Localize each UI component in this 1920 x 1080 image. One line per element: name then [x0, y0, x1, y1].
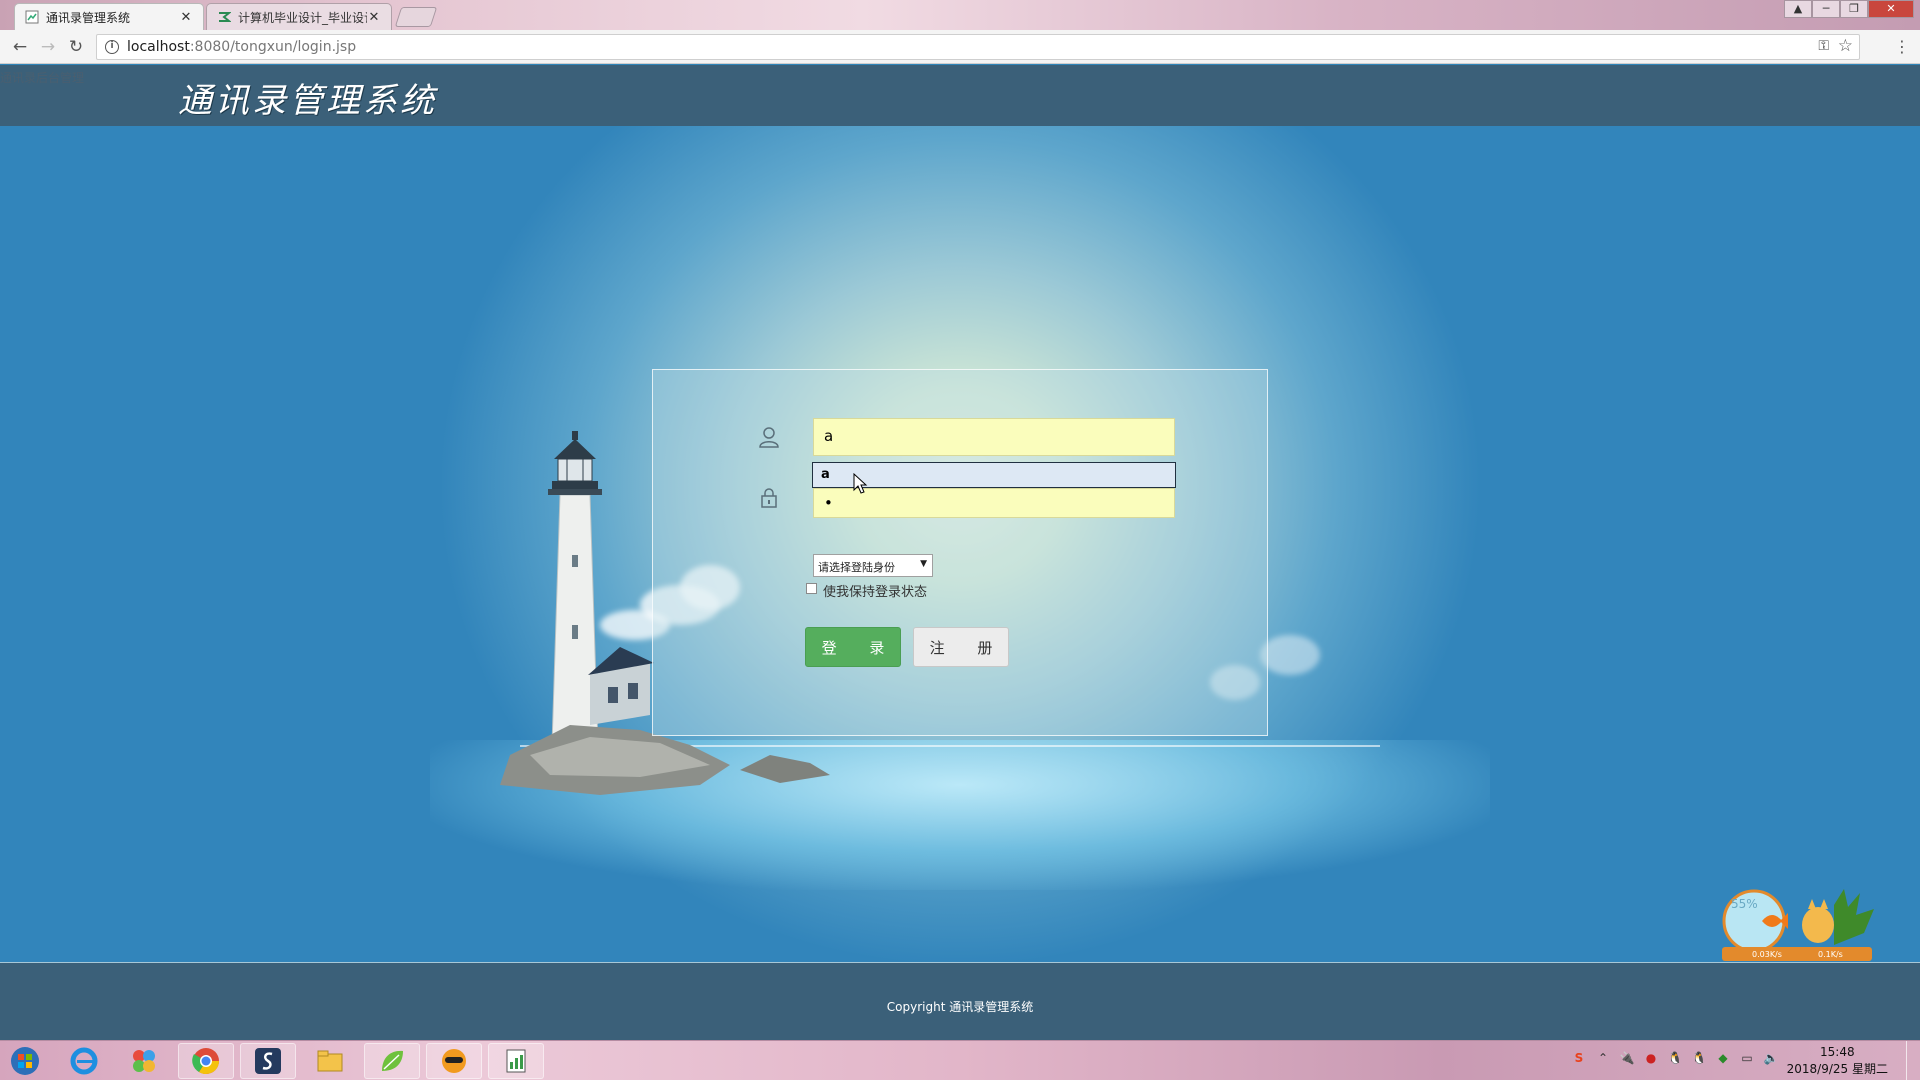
network-icon[interactable]: ▭: [1738, 1049, 1756, 1067]
remember-me-checkbox[interactable]: [806, 583, 817, 594]
window-controls: ▲ ─ ❐ ✕: [1784, 0, 1914, 18]
ie-icon: [70, 1047, 98, 1075]
browser-toolbar: ← → ↻ i localhost:8080/tongxun/login.jsp…: [0, 30, 1920, 64]
download-speed: 0.1K/s: [1818, 950, 1843, 959]
qq-icon[interactable]: 🐧: [1690, 1049, 1708, 1067]
user-icon[interactable]: ▲: [1784, 0, 1812, 18]
sogou-tray-icon[interactable]: S: [1570, 1049, 1588, 1067]
page-viewport: 通讯录后台管理 通讯录管理系统 a a • 请选择登陆身份 ▼ 使我保持登录状态…: [0, 65, 1920, 1040]
close-window-button[interactable]: ✕: [1868, 0, 1914, 18]
tray-expand-icon[interactable]: ⌃: [1594, 1049, 1612, 1067]
network-monitor-widget[interactable]: 55% 0.03K/s 0.1K/s: [1714, 885, 1876, 965]
tab-graduation-design[interactable]: 计算机毕业设计_毕业设计 ✕: [206, 3, 392, 30]
page-footer: Copyright 通讯录管理系统: [0, 962, 1920, 1040]
url-path: :8080/tongxun/login.jsp: [189, 39, 357, 55]
taskbar-app3[interactable]: [426, 1043, 482, 1079]
tab-close-icon[interactable]: ✕: [367, 10, 381, 25]
url-text: localhost:8080/tongxun/login.jsp: [127, 39, 356, 55]
reload-icon[interactable]: ↻: [64, 36, 88, 58]
logo-title: 通讯录管理系统: [178, 81, 437, 121]
taskbar-explorer[interactable]: [302, 1043, 358, 1079]
clock-date: 2018/9/25 星期二: [1786, 1062, 1888, 1076]
volume-icon[interactable]: 🔈: [1762, 1049, 1780, 1067]
address-bar[interactable]: i localhost:8080/tongxun/login.jsp ⚿ ☆: [96, 34, 1860, 60]
qq-icon[interactable]: 🐧: [1666, 1049, 1684, 1067]
bookmark-star-icon[interactable]: ☆: [1838, 36, 1853, 56]
document-chart-icon: [506, 1049, 526, 1073]
taskbar-app2[interactable]: [364, 1043, 420, 1079]
username-input[interactable]: a: [813, 418, 1175, 456]
colorful-app-icon: [133, 1050, 155, 1072]
register-button[interactable]: 注 册: [913, 627, 1009, 667]
folder-icon: [317, 1050, 343, 1072]
page-header: 通讯录后台管理 通讯录管理系统: [0, 65, 1920, 126]
tab-close-icon[interactable]: ✕: [179, 10, 193, 25]
login-role-select[interactable]: 请选择登陆身份 ▼: [813, 554, 933, 577]
tab-title: 通讯录管理系统: [46, 10, 131, 25]
show-desktop-button[interactable]: [1906, 1041, 1920, 1080]
header-note: 通讯录后台管理: [0, 71, 85, 85]
login-panel: a a • 请选择登陆身份 ▼ 使我保持登录状态 登 录 注 册: [652, 369, 1268, 736]
copyright-text: Copyright 通讯录管理系统: [886, 1000, 1034, 1014]
site-favicon-icon: [219, 12, 231, 22]
taskbar-clock[interactable]: 15:48 2018/9/25 星期二: [1787, 1044, 1888, 1078]
role-select-value: 请选择登陆身份: [818, 561, 895, 574]
browser-tabstrip: 通讯录管理系统 ✕ 计算机毕业设计_毕业设计 ✕ ▲ ─ ❐ ✕: [0, 0, 1920, 30]
browser-menu-icon[interactable]: ⋮: [1894, 37, 1910, 57]
key-icon[interactable]: ⚿: [1818, 38, 1829, 54]
leaf-app-icon: [382, 1050, 403, 1071]
back-arrow-icon[interactable]: ←: [8, 36, 32, 58]
restore-button[interactable]: ❐: [1840, 0, 1868, 18]
new-tab-button[interactable]: [394, 7, 438, 27]
taskbar-ie[interactable]: [56, 1043, 112, 1079]
windows-start-icon: [11, 1047, 39, 1075]
shield-icon[interactable]: ◆: [1714, 1049, 1732, 1067]
net-percent: 55%: [1731, 897, 1758, 911]
windows-taskbar: S ⌃ 🔌 ● 🐧 🐧 ◆ ▭ 🔈 15:48 2018/9/25 星期二: [0, 1040, 1920, 1080]
page-favicon-icon: [25, 10, 39, 24]
user-icon: [759, 427, 779, 448]
usb-icon[interactable]: 🔌: [1618, 1049, 1636, 1067]
info-icon[interactable]: i: [105, 40, 119, 54]
mouse-cursor-icon: [853, 473, 868, 494]
taskbar-chrome[interactable]: [178, 1043, 234, 1079]
tab-title: 计算机毕业设计_毕业设计: [238, 10, 367, 25]
tab-login-page[interactable]: 通讯录管理系统 ✕: [14, 3, 204, 30]
script-s-icon: [255, 1048, 281, 1074]
login-button[interactable]: 登 录: [805, 627, 901, 667]
taskbar-eclipse[interactable]: [240, 1043, 296, 1079]
upload-speed: 0.03K/s: [1752, 950, 1782, 959]
clock-time: 15:48: [1820, 1045, 1855, 1059]
mask-app-icon: [442, 1049, 466, 1073]
url-host: localhost: [127, 39, 190, 55]
chevron-down-icon: ▼: [920, 559, 927, 569]
taskbar-app[interactable]: [116, 1043, 172, 1079]
antivirus-icon[interactable]: ●: [1642, 1049, 1660, 1067]
chrome-icon: [192, 1048, 220, 1075]
taskbar-app4[interactable]: [488, 1043, 544, 1079]
forward-arrow-icon[interactable]: →: [36, 36, 60, 58]
system-tray: S ⌃ 🔌 ● 🐧 🐧 ◆ ▭ 🔈: [1570, 1049, 1780, 1067]
start-button[interactable]: [0, 1043, 50, 1079]
lock-icon: [761, 488, 777, 508]
remember-me-label: 使我保持登录状态: [823, 585, 928, 600]
cloud: [1260, 635, 1320, 675]
minimize-button[interactable]: ─: [1812, 0, 1840, 18]
